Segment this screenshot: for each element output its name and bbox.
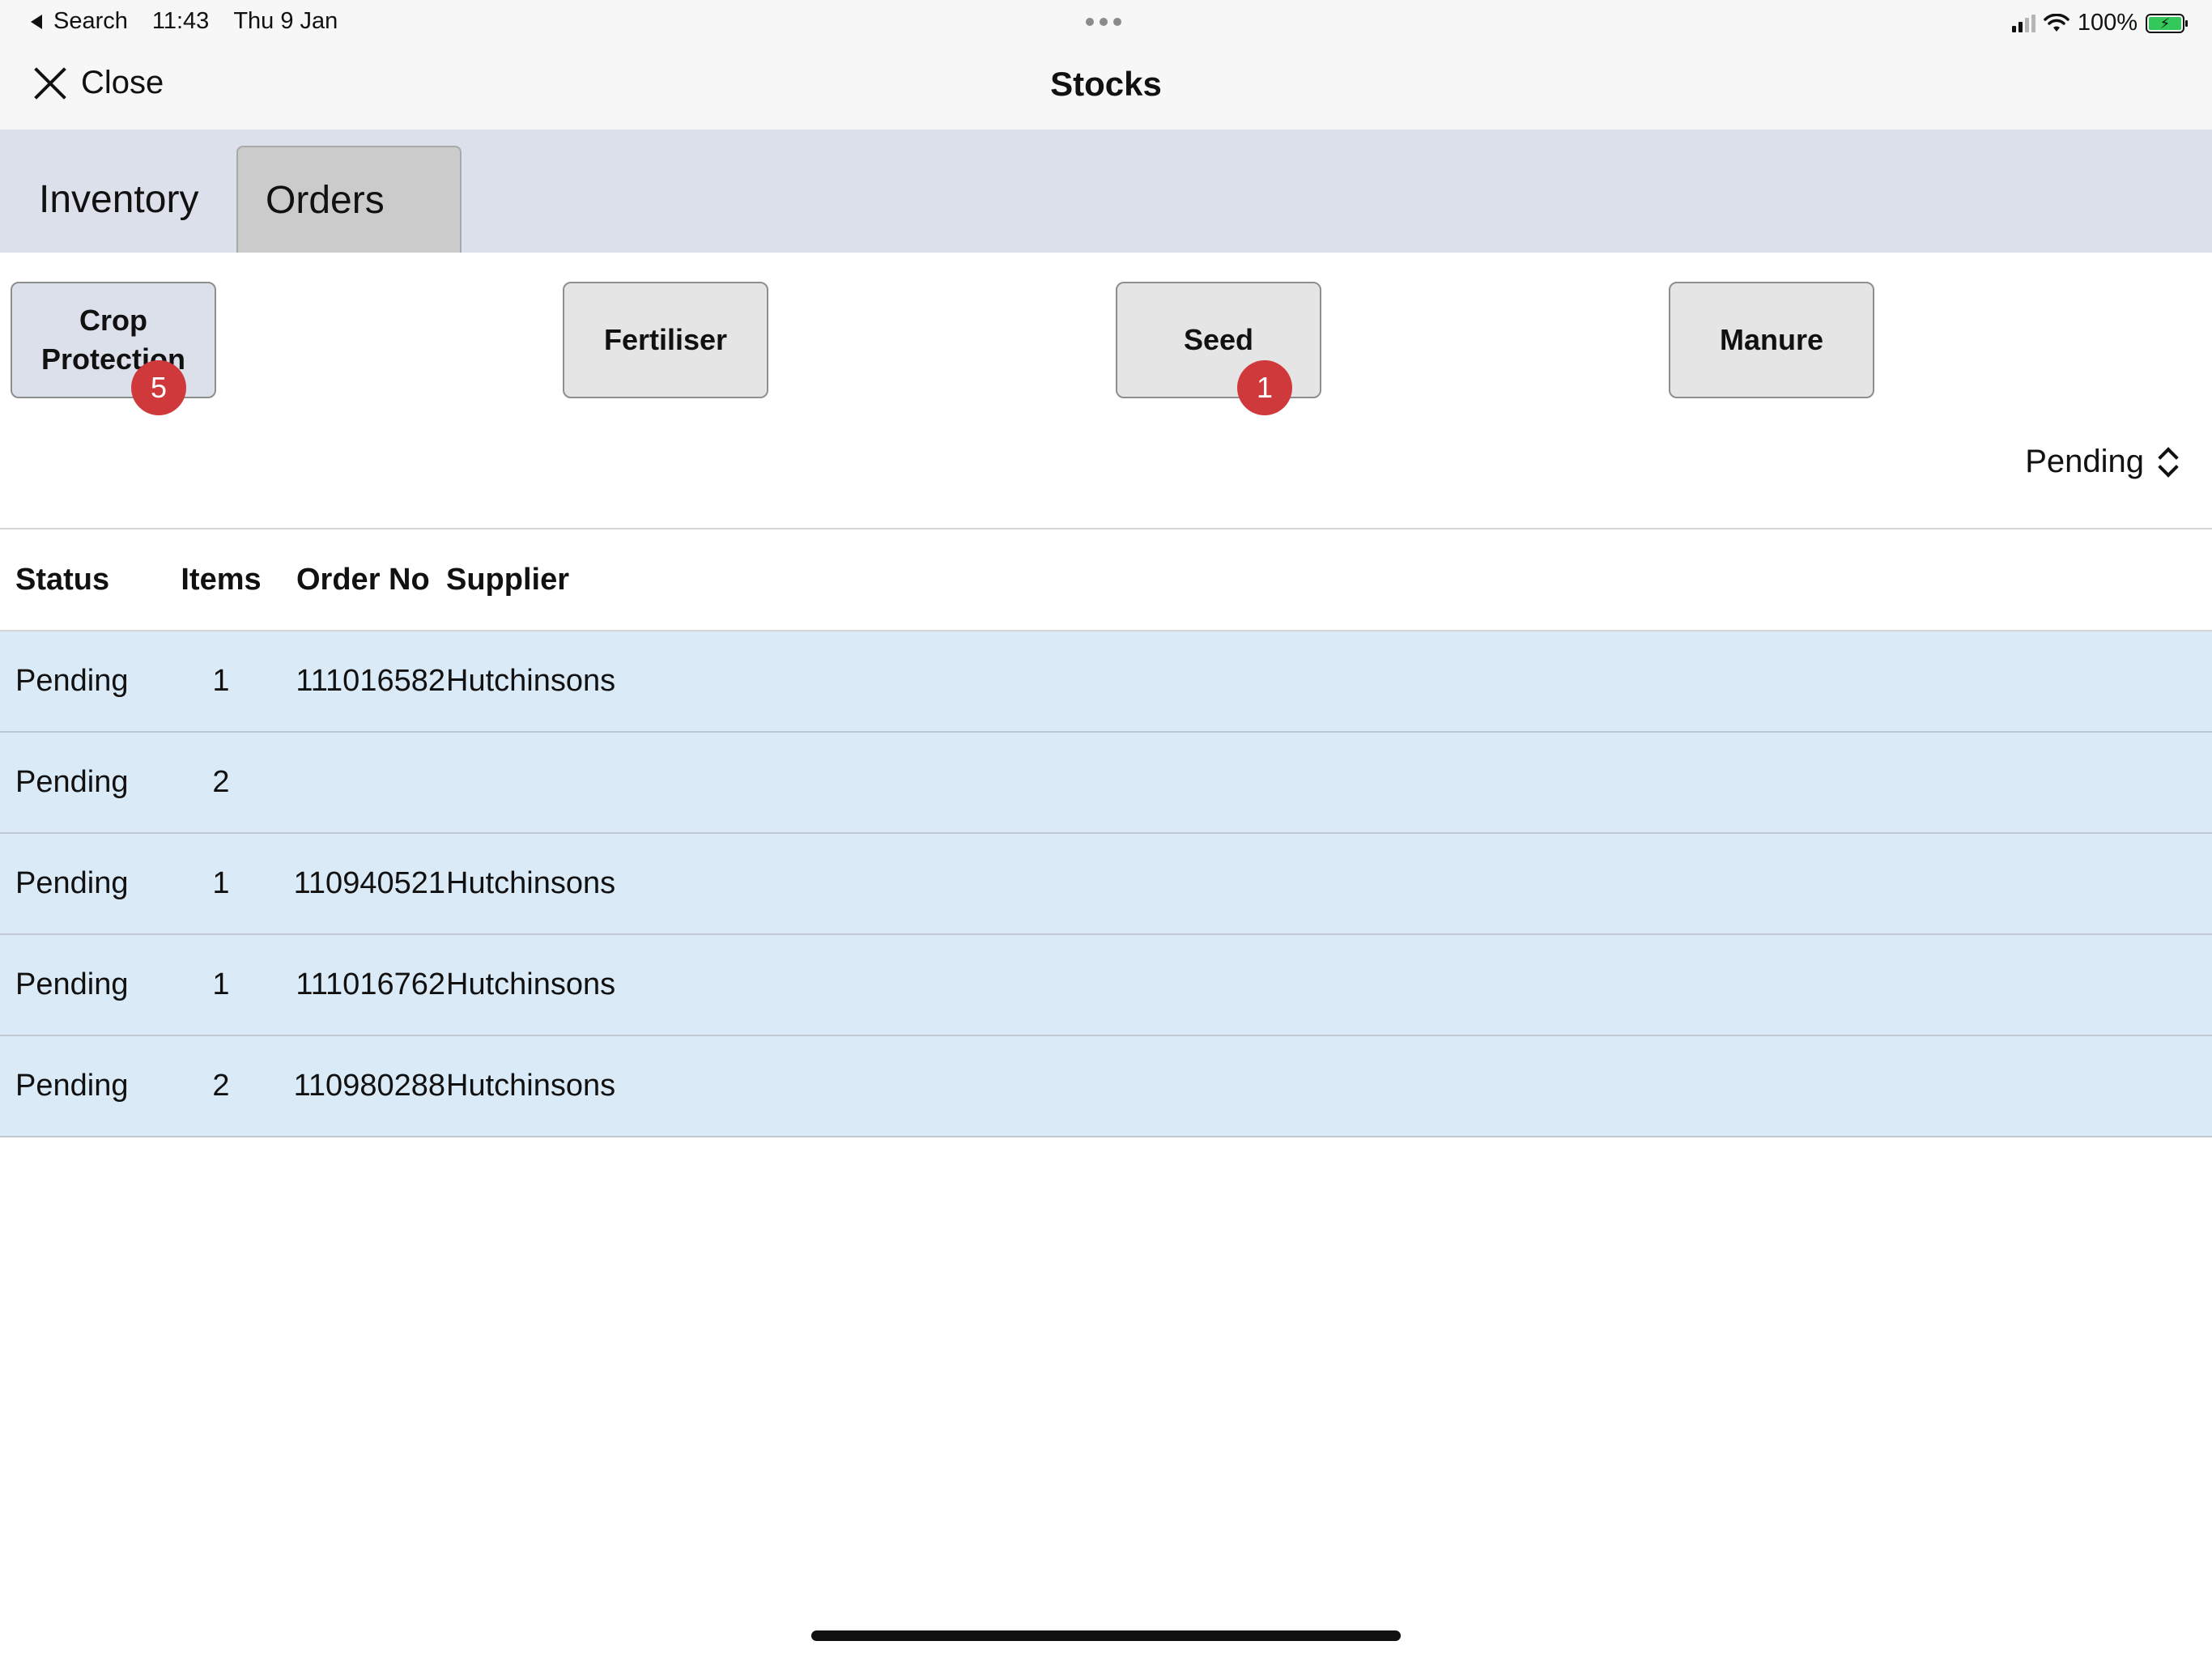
column-header-items[interactable]: Items — [170, 529, 272, 630]
cell-order-no — [275, 733, 445, 832]
status-bar-left: Search 11:43 Thu 9 Jan — [31, 8, 338, 35]
cell-items: 1 — [212, 967, 230, 1001]
column-header-supplier[interactable]: Supplier — [446, 529, 569, 630]
back-arrow-icon[interactable] — [31, 14, 42, 29]
clock: 11:43 — [151, 8, 210, 34]
cellular-signal-icon — [2011, 14, 2035, 32]
battery-percentage: 100% — [2077, 10, 2138, 36]
category-fertiliser-button[interactable]: Fertiliser — [563, 282, 768, 398]
status-filter-select[interactable]: Pending — [2025, 444, 2176, 480]
notification-badge: 5 — [131, 360, 186, 415]
page-title: Stocks — [1050, 65, 1162, 103]
category-manure-label: Manure — [1719, 323, 1824, 356]
chevron-up-down-icon — [2159, 447, 2176, 478]
cell-status: Pending — [15, 664, 129, 698]
table-header: Status Items Order No Supplier — [0, 529, 2212, 631]
tab-orders[interactable]: Orders — [236, 146, 462, 253]
cell-items: 1 — [212, 664, 230, 698]
cell-order-no: 110940521 — [293, 866, 445, 900]
tab-bar: Inventory Orders — [0, 130, 2212, 253]
column-header-order-no[interactable]: Order No — [296, 529, 466, 630]
date: Thu 9 Jan — [233, 8, 338, 34]
category-seed-button[interactable]: Seed 1 — [1116, 282, 1321, 415]
table-row[interactable]: Pending 1 111016762 Hutchinsons — [0, 935, 2212, 1036]
table-row[interactable]: Pending 1 110940521 Hutchinsons — [0, 834, 2212, 935]
status-filter-value: Pending — [2025, 444, 2144, 479]
tab-inventory[interactable]: Inventory — [11, 146, 226, 253]
cell-supplier: Hutchinsons — [446, 1069, 616, 1103]
home-indicator[interactable] — [811, 1630, 1401, 1641]
column-header-status[interactable]: Status — [15, 529, 109, 630]
table-row[interactable]: Pending 2 — [0, 733, 2212, 834]
cell-supplier: Hutchinsons — [446, 967, 616, 1001]
table-row[interactable]: Pending 2 110980288 Hutchinsons — [0, 1036, 2212, 1137]
cell-status: Pending — [15, 765, 129, 799]
status-bar: Search 11:43 Thu 9 Jan 100% ⚡ — [0, 0, 2212, 47]
battery-icon: ⚡ — [2146, 13, 2188, 33]
cell-order-no: 111016582 — [296, 664, 445, 698]
cell-items: 2 — [212, 1069, 230, 1103]
notification-badge: 1 — [1237, 360, 1292, 415]
status-bar-right: 100% ⚡ — [2011, 10, 2188, 36]
orders-table: Status Items Order No Supplier Pending 1… — [0, 528, 2212, 1137]
cell-status: Pending — [15, 866, 129, 900]
category-manure-button[interactable]: Manure — [1669, 282, 1874, 398]
cell-status: Pending — [15, 1069, 129, 1103]
wifi-icon — [2044, 13, 2069, 32]
category-crop-protection-button[interactable]: Crop Protection 5 — [11, 282, 216, 415]
category-fertiliser-label: Fertiliser — [603, 323, 728, 356]
cell-order-no: 111016762 — [296, 967, 445, 1001]
cell-supplier: Hutchinsons — [446, 664, 616, 698]
cell-supplier: Hutchinsons — [446, 866, 616, 900]
multitasking-dots-icon[interactable] — [1086, 18, 1121, 26]
back-to-app-label[interactable]: Search — [53, 8, 128, 35]
category-label-line1: Crop — [79, 304, 147, 337]
cell-order-no: 110980288 — [293, 1069, 445, 1103]
table-row[interactable]: Pending 1 111016582 Hutchinsons — [0, 631, 2212, 733]
cell-items: 2 — [212, 765, 230, 799]
navigation-bar: Close Stocks — [0, 47, 2212, 130]
cell-status: Pending — [15, 967, 129, 1001]
category-seed-label: Seed — [1183, 323, 1254, 356]
cell-items: 1 — [212, 866, 230, 900]
